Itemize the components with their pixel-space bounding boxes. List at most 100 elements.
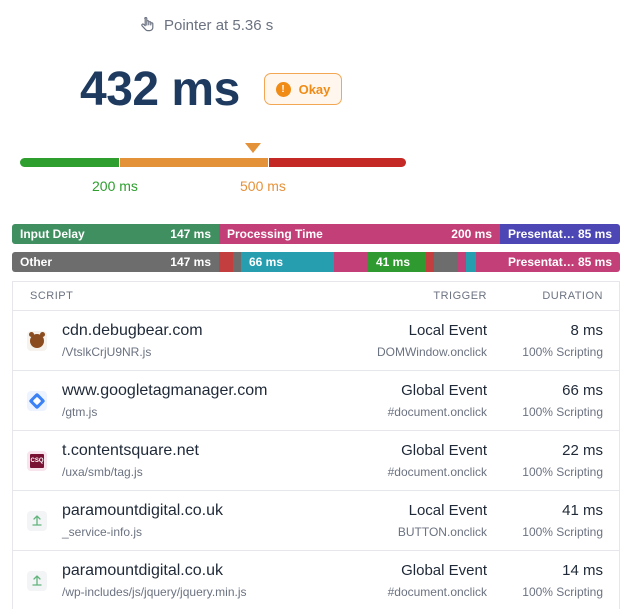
other-segment: Other 147 ms: [12, 252, 219, 272]
interaction-breakdown-primary: Input Delay 147 ms Processing Time 200 m…: [12, 224, 620, 244]
trigger-detail: #document.onclick: [387, 584, 487, 599]
input-delay-label: Input Delay: [20, 227, 85, 241]
threshold-tick-200: [119, 155, 120, 173]
presentation-delay-label: Presentat…: [508, 227, 575, 241]
script-path: _service-info.js: [62, 524, 143, 539]
script-domain: cdn.debugbear.com: [62, 321, 203, 339]
warning-icon: !: [275, 81, 291, 97]
script-text: cdn.debugbear.com /VtslkCrjU9NR.js: [62, 321, 203, 361]
duration-cell: 66 ms 100% Scripting: [487, 381, 619, 421]
trigger-type: Global Event: [401, 441, 487, 459]
script-activity-segment: [334, 252, 368, 272]
site-icon: [27, 570, 47, 591]
script-path: /uxa/smb/tag.js: [62, 464, 143, 479]
trigger-cell: Local Event BUTTON.onclick: [347, 501, 487, 541]
input-delay-segment: Input Delay 147 ms: [12, 224, 219, 244]
trigger-type: Local Event: [408, 321, 487, 339]
threshold-label-500: 500 ms: [240, 178, 286, 194]
presentation-delay-segment: Presentat… 85 ms: [500, 224, 620, 244]
duration-detail: 100% Scripting: [522, 344, 603, 359]
duration-cell: 22 ms 100% Scripting: [487, 441, 619, 481]
table-row: cdn.debugbear.com /VtslkCrjU9NR.js Local…: [13, 311, 619, 371]
script-text: paramountdigital.co.uk _service-info.js: [62, 501, 223, 541]
rating-threshold-bar: 200 ms 500 ms: [20, 143, 406, 194]
input-delay-value: 147 ms: [170, 227, 211, 241]
other-value: 147 ms: [170, 255, 211, 269]
script-cell: www.googletagmanager.com /gtm.js: [13, 381, 347, 421]
trigger-type: Global Event: [401, 561, 487, 579]
interaction-details-panel: Pointer at 5.36 s 432 ms ! Okay 200 ms 5…: [0, 0, 639, 609]
script-activity-segment: [476, 252, 500, 272]
script-column-header: SCRIPT: [30, 290, 74, 302]
script-activity-segment: [458, 252, 466, 272]
interaction-breakdown-scripts: Other 147 ms 66 ms 41 ms Presentat… 85 m…: [12, 252, 620, 272]
duration-value: 14 ms: [562, 561, 603, 579]
site-icon: [27, 510, 47, 531]
duration-cell: 41 ms 100% Scripting: [487, 501, 619, 541]
duration-value: 22 ms: [562, 441, 603, 459]
trigger-column-header: TRIGGER: [433, 290, 487, 302]
threshold-label-200: 200 ms: [92, 178, 138, 194]
duration-cell: 8 ms 100% Scripting: [487, 321, 619, 361]
script-domain: paramountdigital.co.uk: [62, 561, 223, 579]
poor-threshold-segment: [269, 158, 406, 167]
duration-detail: 100% Scripting: [522, 404, 603, 419]
trigger-cell: Global Event #document.onclick: [347, 381, 487, 421]
trigger-detail: #document.onclick: [387, 464, 487, 479]
script-domain: www.googletagmanager.com: [62, 381, 268, 399]
trigger-cell: Global Event #document.onclick: [347, 561, 487, 601]
table-row: CSQ t.contentsquare.net /uxa/smb/tag.js …: [13, 431, 619, 491]
presentation-delay-label-secondary: Presentat…: [508, 255, 575, 269]
duration-cell: 14 ms 100% Scripting: [487, 561, 619, 601]
table-row: paramountdigital.co.uk _service-info.js …: [13, 491, 619, 551]
contentsquare-icon: CSQ: [27, 450, 47, 471]
debugbear-icon: [27, 330, 47, 351]
script-domain: paramountdigital.co.uk: [62, 501, 223, 519]
duration-detail: 100% Scripting: [522, 464, 603, 479]
trigger-cell: Local Event DOMWindow.onclick: [347, 321, 487, 361]
script-cell: CSQ t.contentsquare.net /uxa/smb/tag.js: [13, 441, 347, 481]
script-cell: paramountdigital.co.uk /wp-includes/js/j…: [13, 561, 347, 601]
paramountdigital-segment-value: 41 ms: [376, 255, 411, 269]
duration-value: 8 ms: [570, 321, 603, 339]
script-text: t.contentsquare.net /uxa/smb/tag.js: [62, 441, 199, 481]
event-label: Pointer at 5.36 s: [164, 16, 274, 34]
needs-improvement-threshold-segment: [120, 158, 269, 167]
trigger-type: Local Event: [408, 501, 487, 519]
script-text: www.googletagmanager.com /gtm.js: [62, 381, 267, 421]
googletagmanager-segment: 66 ms: [241, 252, 334, 272]
script-attribution-table: SCRIPT TRIGGER DURATION cdn.debugbear.co…: [12, 281, 620, 609]
trigger-detail: #document.onclick: [387, 404, 487, 419]
trigger-detail: DOMWindow.onclick: [376, 344, 487, 359]
script-cell: cdn.debugbear.com /VtslkCrjU9NR.js: [13, 321, 347, 361]
threshold-tick-500: [268, 155, 269, 173]
good-threshold-segment: [20, 158, 120, 167]
script-path: /wp-includes/js/jquery/jquery.min.js: [62, 584, 247, 599]
duration-value: 66 ms: [562, 381, 603, 399]
event-header: Pointer at 5.36 s: [140, 14, 273, 36]
current-value-marker: [245, 143, 261, 153]
rating-badge: ! Okay: [264, 73, 342, 105]
duration-value: 41 ms: [562, 501, 603, 519]
script-activity-segment: [219, 252, 233, 272]
googletagmanager-segment-value: 66 ms: [249, 255, 284, 269]
script-text: paramountdigital.co.uk /wp-includes/js/j…: [62, 561, 247, 601]
interaction-duration: 432 ms: [80, 63, 240, 116]
google-tag-manager-icon: [27, 390, 47, 411]
duration-detail: 100% Scripting: [522, 524, 603, 539]
rating-label: Okay: [298, 81, 331, 97]
table-row: www.googletagmanager.com /gtm.js Global …: [13, 371, 619, 431]
script-path: /gtm.js: [62, 404, 98, 419]
script-path: /VtslkCrjU9NR.js: [62, 344, 152, 359]
processing-time-segment: Processing Time 200 ms: [219, 224, 500, 244]
duration-detail: 100% Scripting: [522, 584, 603, 599]
script-activity-segment: [434, 252, 458, 272]
trigger-cell: Global Event #document.onclick: [347, 441, 487, 481]
presentation-delay-value-secondary: 85 ms: [577, 255, 612, 269]
presentation-delay-value: 85 ms: [577, 227, 612, 241]
processing-time-value: 200 ms: [451, 227, 492, 241]
trigger-detail: BUTTON.onclick: [397, 524, 487, 539]
processing-time-label: Processing Time: [227, 227, 323, 241]
presentation-delay-segment-secondary: Presentat… 85 ms: [500, 252, 620, 272]
table-row: paramountdigital.co.uk /wp-includes/js/j…: [13, 551, 619, 609]
